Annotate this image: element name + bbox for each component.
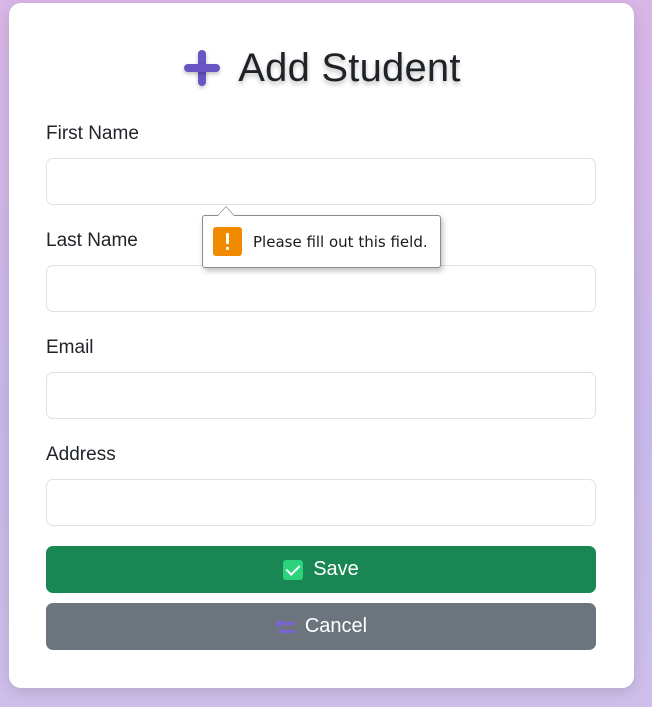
add-student-card: Add Student First Name Last Name Email A…: [9, 3, 634, 688]
validation-message: Please fill out this field.: [253, 232, 428, 251]
plus-icon: [182, 48, 222, 88]
address-input[interactable]: [46, 479, 596, 526]
email-input[interactable]: [46, 372, 596, 419]
save-button-label: Save: [313, 558, 359, 580]
back-arrow-icon: [274, 617, 297, 637]
email-label: Email: [46, 337, 94, 358]
last-name-input[interactable]: [46, 265, 596, 312]
address-label: Address: [46, 444, 116, 465]
save-button[interactable]: Save: [46, 546, 596, 593]
page-header: Add Student: [9, 43, 634, 93]
warning-icon: [213, 227, 242, 256]
cancel-button-label: Cancel: [304, 615, 368, 637]
first-name-label: First Name: [46, 123, 139, 144]
check-icon: [283, 559, 304, 580]
validation-tooltip: Please fill out this field.: [202, 206, 441, 268]
cancel-button[interactable]: Cancel: [46, 603, 596, 650]
page-title: Add Student: [238, 45, 461, 90]
last-name-label: Last Name: [46, 230, 138, 251]
first-name-input[interactable]: [46, 158, 596, 205]
